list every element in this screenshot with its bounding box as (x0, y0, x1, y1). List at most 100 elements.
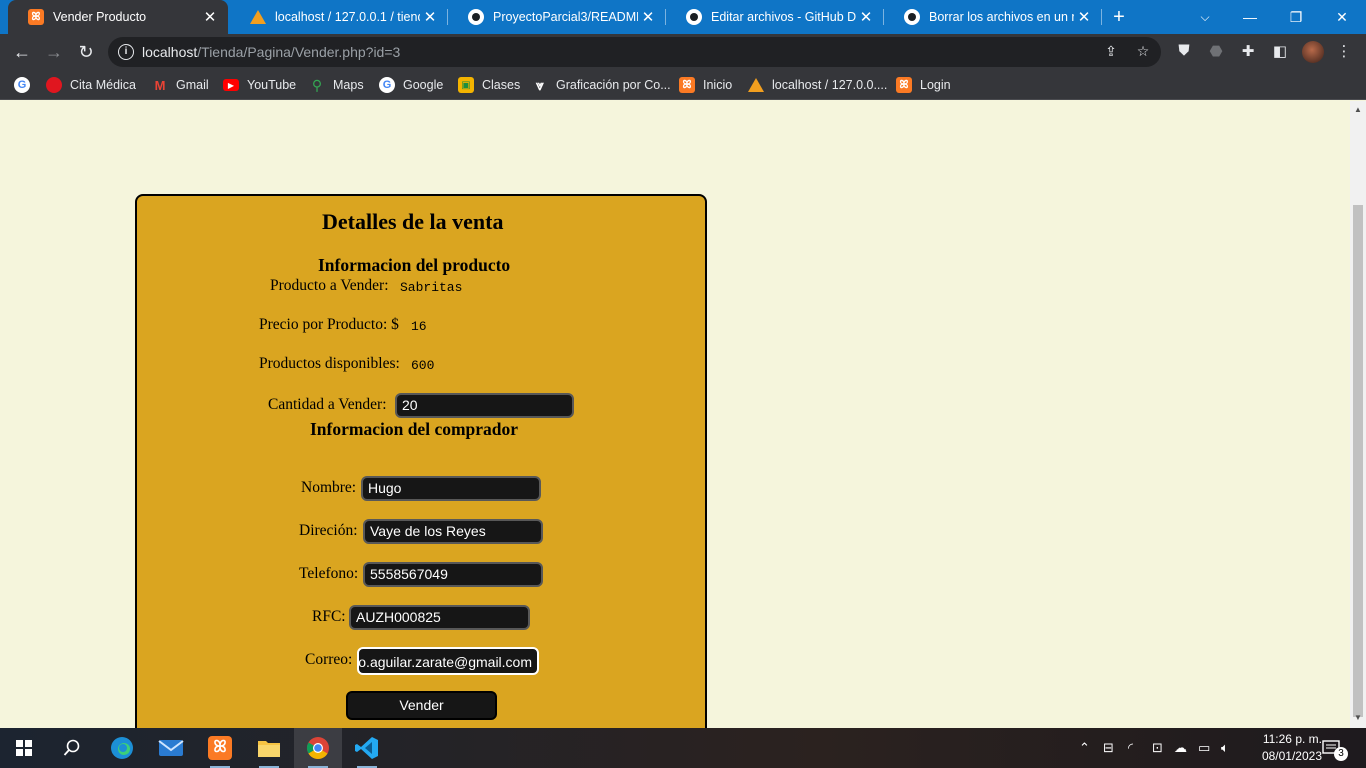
bookmark-google[interactable]: G Google (379, 76, 443, 94)
phone-label: Telefono: (299, 565, 359, 582)
page-scrollbar[interactable]: ▲ ▼ (1350, 101, 1366, 728)
windows-taskbar: ꕤ ⌃ ⊟ ◜ ⊡ ☁ ▭ 🔈︎ 11:26 p. m. 08/01/2023 … (0, 728, 1366, 768)
side-panel-icon[interactable]: ◧ (1269, 42, 1291, 62)
bookmark-google-g[interactable]: G (14, 76, 38, 94)
close-tab-icon[interactable]: ✕ (1074, 8, 1094, 26)
tab-github-docs[interactable]: Editar archivos - GitHub Docs ✕ (666, 0, 884, 34)
price-label: Precio por Producto: $ (259, 316, 399, 333)
tab-borrar-archivos[interactable]: Borrar los archivos en un repositorio ✕ (884, 0, 1102, 34)
vender-button[interactable]: Vender (346, 691, 497, 720)
product-section-heading: Informacion del producto (318, 255, 511, 275)
puzzle-extensions-icon[interactable]: ✚ (1237, 42, 1259, 62)
bookmark-youtube[interactable]: ▶ YouTube (223, 76, 296, 94)
tab-title: localhost / 127.0.0.1 / tienda (275, 10, 420, 24)
name-input[interactable]: Hugo (361, 476, 541, 501)
url-text: localhost/Tienda/Pagina/Vender.php?id=3 (142, 44, 401, 60)
taskbar-clock[interactable]: 11:26 p. m. 08/01/2023 (1240, 731, 1322, 765)
mail-icon[interactable] (147, 728, 195, 768)
notifications-icon[interactable]: 3 (1322, 728, 1348, 768)
tab-title: ProyectoParcial3/README.md (493, 10, 638, 24)
email-value: hugo.aguilar.zarate@gmail.com (358, 654, 532, 670)
browser-toolbar: ← → ↻ i localhost/Tienda/Pagina/Vender.p… (0, 34, 1366, 70)
email-input[interactable]: hugo.aguilar.zarate@gmail.com (357, 647, 539, 675)
close-tab-icon[interactable]: ✕ (420, 8, 440, 26)
bookmark-graficacion[interactable]: ⩔ Graficación por Co... (532, 76, 671, 94)
wifi-icon[interactable]: ◜ (1128, 728, 1133, 768)
tab-vender-producto[interactable]: ꕤ Vender Producto ✕ (8, 0, 228, 34)
youtube-icon: ▶ (223, 79, 239, 91)
onedrive-cloud-icon[interactable]: ☁ (1174, 728, 1187, 768)
site-info-icon[interactable]: i (118, 44, 134, 60)
bookmark-gmail[interactable]: M Gmail (152, 76, 209, 94)
rfc-label: RFC: (312, 608, 346, 625)
extension-icon[interactable]: ⬣ (1205, 42, 1227, 62)
bookmark-localhost[interactable]: localhost / 127.0.0.... (748, 76, 887, 94)
tab-phpmyadmin[interactable]: localhost / 127.0.0.1 / tienda ✕ (230, 0, 448, 34)
google-icon: G (379, 77, 395, 93)
tab-search-icon[interactable]: ⌵ (1182, 0, 1228, 34)
bookmark-maps[interactable]: ⚲ Maps (309, 76, 364, 94)
github-icon (686, 9, 702, 25)
address-input[interactable]: Vaye de los Reyes (363, 519, 543, 544)
stock-value: 600 (411, 358, 435, 373)
windows-start-icon[interactable] (0, 728, 48, 768)
rfc-input[interactable]: AUZH000825 (349, 605, 530, 630)
email-label: Correo: (305, 651, 353, 668)
tab-readme[interactable]: ProyectoParcial3/README.md ✕ (448, 0, 666, 34)
network-devices-icon[interactable]: ⊟ (1103, 728, 1114, 768)
shield-extension-icon[interactable]: ⛊ (1173, 42, 1195, 62)
tab-title: Borrar los archivos en un repositorio (929, 10, 1074, 24)
page-title: Detalles de la venta (322, 209, 504, 234)
back-button[interactable]: ← (8, 38, 36, 66)
phpmyadmin-icon (250, 9, 266, 25)
gmail-icon: M (154, 77, 166, 93)
close-tab-icon[interactable]: ✕ (638, 8, 658, 26)
bookmark-clases[interactable]: ▣ Clases (458, 76, 520, 94)
restore-button[interactable]: ❐ (1273, 0, 1319, 34)
menu-kebab-icon[interactable]: ⋮ (1333, 42, 1355, 62)
chrome-taskbar-icon[interactable] (294, 728, 342, 768)
bookmark-login[interactable]: ꕤ Login (896, 76, 951, 94)
maps-icon: ⚲ (311, 76, 323, 93)
minimize-button[interactable]: — (1227, 0, 1273, 34)
xampp-icon: ꕤ (896, 77, 912, 93)
product-label: Producto a Vender: (270, 277, 389, 294)
search-icon[interactable] (48, 728, 96, 768)
name-label: Nombre: (301, 479, 357, 496)
github-icon (468, 9, 484, 25)
close-tab-icon[interactable]: ✕ (856, 8, 876, 26)
red-circle-icon (46, 77, 62, 93)
scroll-down-arrow-icon[interactable]: ▼ (1354, 713, 1362, 722)
bookmark-inicio[interactable]: ꕤ Inicio (679, 76, 732, 94)
bookmark-star-icon[interactable]: ☆ (1133, 43, 1153, 61)
unity-icon: ⩔ (536, 76, 544, 93)
xampp-icon: ꕤ (679, 77, 695, 93)
profile-avatar[interactable] (1302, 41, 1324, 63)
bookmarks-bar: G Cita Médica M Gmail ▶ YouTube ⚲ Maps G… (0, 70, 1366, 100)
xampp-taskbar-icon[interactable]: ꕤ (196, 728, 244, 768)
bookmark-cita-medica[interactable]: Cita Médica (46, 76, 136, 94)
edge-icon[interactable] (98, 728, 146, 768)
phpmyadmin-icon (748, 77, 764, 93)
sale-details-card: Detalles de la venta Informacion del pro… (135, 194, 707, 728)
close-window-button[interactable]: ✕ (1319, 0, 1365, 34)
page-viewport: Detalles de la venta Informacion del pro… (0, 101, 1350, 728)
new-tab-button[interactable]: + (1096, 0, 1142, 34)
forward-button[interactable]: → (40, 38, 68, 66)
phone-input[interactable]: 5558567049 (363, 562, 543, 587)
address-bar[interactable]: i localhost/Tienda/Pagina/Vender.php?id=… (108, 37, 1161, 67)
webcam-icon[interactable]: ⊡ (1152, 728, 1163, 768)
share-icon[interactable]: ⇪ (1101, 43, 1121, 61)
scrollbar-thumb[interactable] (1353, 205, 1363, 717)
show-hidden-icons[interactable]: ⌃ (1079, 728, 1090, 768)
close-tab-icon[interactable]: ✕ (200, 8, 220, 26)
battery-icon[interactable]: ▭ (1198, 728, 1210, 768)
vscode-icon[interactable] (343, 728, 391, 768)
scroll-up-arrow-icon[interactable]: ▲ (1354, 105, 1362, 114)
buyer-section-heading: Informacion del comprador (310, 419, 519, 439)
reload-button[interactable]: ↻ (72, 38, 100, 66)
file-explorer-icon[interactable] (245, 728, 293, 768)
volume-icon[interactable]: 🔈︎ (1221, 728, 1229, 768)
quantity-input[interactable]: 20 (395, 393, 574, 418)
price-value: 16 (411, 319, 427, 334)
